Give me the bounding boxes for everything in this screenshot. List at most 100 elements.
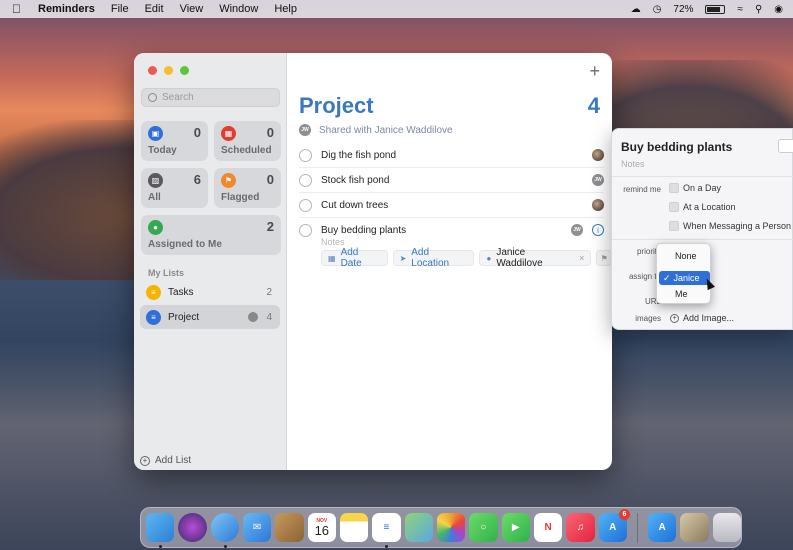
downloads-stack-icon[interactable] (680, 513, 709, 542)
add-location-label: Add Location (411, 247, 450, 269)
search-placeholder: Search (162, 92, 194, 103)
option-label: None (675, 251, 697, 261)
calendar-icon: ▦ (328, 253, 336, 263)
notes-icon[interactable] (339, 513, 369, 542)
minimize-window-button[interactable] (164, 66, 173, 75)
siri-icon[interactable] (178, 513, 207, 542)
task-checkbox[interactable] (299, 148, 312, 162)
add-circle-icon: + (670, 313, 679, 323)
menu-file[interactable]: File (111, 3, 129, 15)
control-center-icon[interactable]: ◉ (774, 4, 783, 15)
menu-view[interactable]: View (180, 3, 204, 15)
at-a-location-checkbox[interactable]: At a Location (669, 202, 736, 212)
smart-list-flagged[interactable]: ⚑ 0 Flagged (214, 168, 281, 208)
list-count-large: 4 (587, 93, 600, 118)
popover-title[interactable]: Buy bedding plants (621, 140, 732, 154)
sidebar: Search ▣ 0 Today ▦ 0 Scheduled ▨ 6 All ⚑… (134, 53, 287, 470)
maps-icon[interactable] (404, 513, 433, 542)
assignee-chip[interactable]: ● Janice Waddilove × (479, 247, 592, 269)
contacts-icon[interactable] (275, 513, 304, 542)
add-list-button[interactable]: + Add List (140, 455, 191, 466)
reminders-icon[interactable]: ≡ (372, 513, 401, 548)
dock-divider (636, 512, 638, 543)
traffic-lights (148, 66, 189, 75)
zoom-window-button[interactable] (180, 66, 189, 75)
safari-icon[interactable] (210, 513, 239, 548)
tray-icon: ▨ (148, 173, 163, 188)
add-location-button[interactable]: ➤ Add Location (392, 247, 475, 269)
assign-option-me[interactable]: Me (659, 287, 710, 301)
popover-notes-field[interactable]: Notes (621, 159, 645, 169)
running-indicator (159, 545, 162, 548)
applications-folder-icon[interactable]: A (647, 513, 677, 542)
task-row[interactable]: Cut down trees (299, 193, 604, 218)
shared-with-text: Shared with Janice Waddilove (319, 124, 453, 136)
smart-list-assigned-to-me[interactable]: ● 2 Assigned to Me (141, 215, 281, 255)
menu-app-name[interactable]: Reminders (38, 3, 95, 15)
assign-to-label: assign to (628, 272, 661, 281)
apple-menu-icon[interactable]:  (12, 2, 26, 16)
time-machine-icon[interactable]: ◷ (653, 4, 662, 15)
smart-list-today[interactable]: ▣ 0 Today (141, 121, 208, 161)
list-count: 2 (266, 286, 272, 298)
task-row[interactable]: Stock fish pond JW (299, 168, 604, 193)
person-icon: ● (486, 253, 492, 263)
list-name: Tasks (168, 286, 194, 298)
add-circle-icon: + (140, 455, 150, 466)
calendar-icon[interactable]: NOV 16 (307, 513, 336, 542)
close-window-button[interactable] (148, 66, 157, 75)
checkbox-box (669, 221, 679, 231)
smart-list-scheduled[interactable]: ▦ 0 Scheduled (214, 121, 281, 161)
add-image-button[interactable]: + Add Image... (670, 313, 734, 323)
add-reminder-button[interactable]: + (589, 61, 600, 82)
task-text[interactable]: Dig the fish pond (321, 150, 396, 161)
task-checkbox[interactable] (299, 173, 312, 187)
creative-cloud-icon[interactable]: ☁ (631, 4, 641, 15)
flag-icon: ⚑ (600, 253, 608, 263)
battery-icon[interactable] (705, 4, 726, 14)
photos-icon[interactable] (436, 513, 466, 542)
facetime-icon[interactable]: ▶ (501, 513, 530, 542)
menu-help[interactable]: Help (274, 3, 297, 15)
all-label: All (148, 192, 161, 203)
popover-flag-button[interactable] (778, 139, 793, 153)
task-text[interactable]: Cut down trees (321, 200, 388, 211)
when-messaging-checkbox[interactable]: When Messaging a Person (669, 221, 791, 231)
add-image-label: Add Image... (683, 313, 735, 323)
messages-icon[interactable]: ○ (469, 513, 498, 542)
add-date-button[interactable]: ▦ Add Date (321, 247, 388, 269)
menu-window[interactable]: Window (219, 3, 258, 15)
search-icon[interactable]: ⚲ (755, 4, 762, 15)
task-notes-field[interactable]: Notes (321, 237, 345, 247)
menu-edit[interactable]: Edit (145, 3, 164, 15)
smart-list-all[interactable]: ▨ 6 All (141, 168, 208, 208)
shared-with-label[interactable]: JW Shared with Janice Waddilove (299, 124, 453, 136)
on-a-day-checkbox[interactable]: On a Day (669, 183, 721, 193)
task-text[interactable]: Stock fish pond (321, 175, 389, 186)
scheduled-label: Scheduled (221, 145, 272, 156)
checkbox-label: On a Day (683, 183, 722, 193)
task-row[interactable]: Dig the fish pond (299, 143, 604, 168)
scheduled-calendar-icon: ▦ (221, 126, 236, 141)
flag-button[interactable]: ⚑ (596, 250, 612, 266)
mail-icon[interactable]: ✉ (242, 513, 272, 542)
battery-percent: 72% (673, 3, 694, 15)
sidebar-item-project[interactable]: ≡ Project 4 (140, 305, 280, 329)
info-icon[interactable]: i (592, 224, 604, 236)
music-icon[interactable]: ♫ (566, 513, 595, 542)
finder-icon[interactable] (146, 513, 175, 548)
task-checkbox[interactable] (299, 198, 312, 212)
task-checkbox[interactable] (299, 223, 312, 237)
news-icon[interactable]: N (533, 513, 563, 542)
sidebar-item-tasks[interactable]: ≡ Tasks 2 (140, 280, 280, 304)
shared-person-icon (248, 312, 259, 322)
assign-option-none[interactable]: None (659, 249, 710, 263)
remove-assignee-icon[interactable]: × (579, 253, 584, 263)
app-store-icon[interactable]: A6 (598, 509, 630, 542)
assign-option-janice[interactable]: ✓ Janice (659, 271, 710, 285)
add-list-label: Add List (155, 455, 192, 466)
wifi-icon[interactable]: ≈ (737, 4, 743, 15)
search-field[interactable]: Search (141, 88, 280, 107)
trash-icon[interactable] (712, 513, 741, 542)
task-text[interactable]: Buy bedding plants (321, 225, 406, 236)
